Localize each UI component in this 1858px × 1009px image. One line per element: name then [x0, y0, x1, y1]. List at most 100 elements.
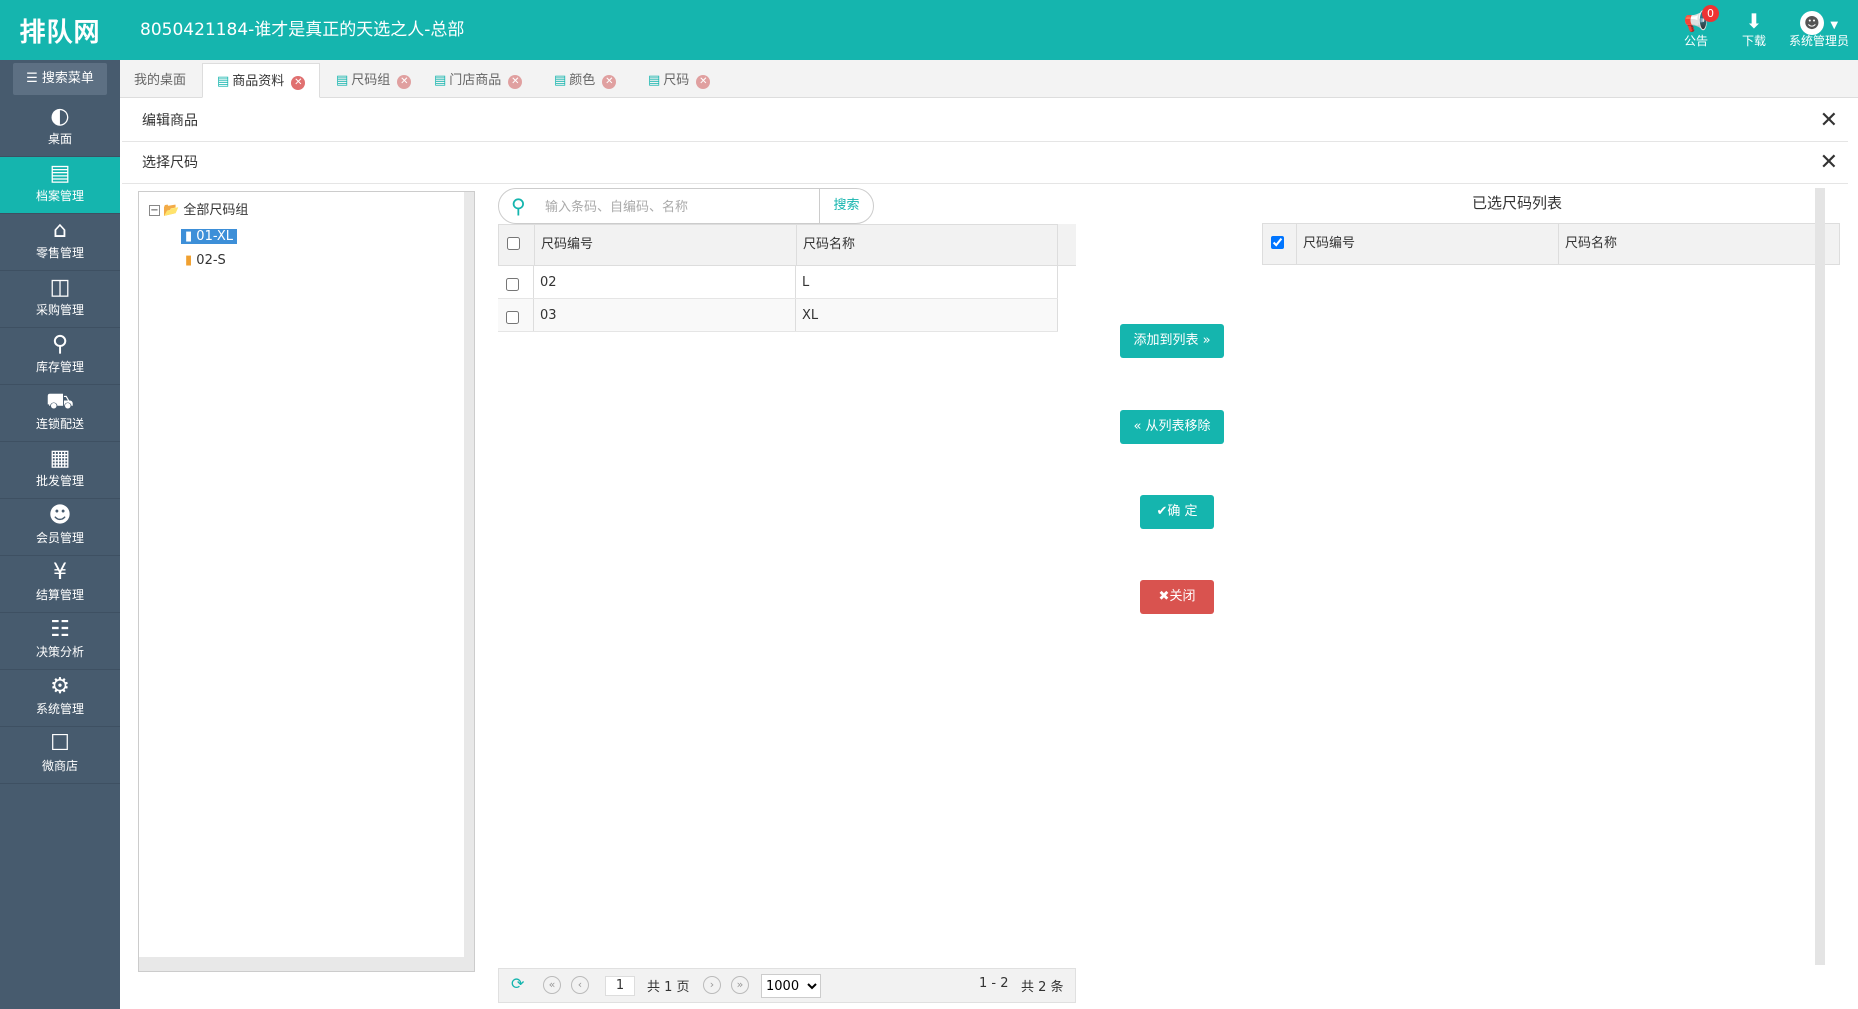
close-button[interactable]: ✖关闭 [1140, 580, 1214, 614]
download-button[interactable]: ⬇ 下载 [1734, 8, 1774, 48]
confirm-button[interactable]: ✔确 定 [1140, 495, 1214, 529]
sidebar-item-label: 库存管理 [35, 360, 84, 374]
cart-icon: ◫ [49, 275, 71, 300]
close-tab-icon[interactable]: ✕ [602, 75, 617, 89]
vertical-scrollbar[interactable] [1815, 188, 1825, 965]
member-icon: ☻ [48, 503, 72, 528]
user-menu[interactable]: ☻ ▼ 系统管理员 [1786, 8, 1852, 48]
notice-label: 公告 [1683, 34, 1708, 48]
sidebar-item[interactable]: ⚲ 库存管理 [0, 328, 120, 385]
user-label: 系统管理员 [1788, 34, 1849, 48]
selected-list-title: 已选尺码列表 [1472, 194, 1563, 212]
cell-size-name: XL [796, 299, 1058, 331]
first-page-icon[interactable]: « [543, 976, 561, 994]
add-to-list-button[interactable]: 添加到列表 » [1120, 324, 1224, 358]
col-size-code[interactable]: 尺码编号 [535, 225, 797, 265]
sidebar-item[interactable]: ⌂ 零售管理 [0, 214, 120, 271]
close-tab-icon[interactable]: ✕ [696, 75, 711, 89]
search-menu-label: 搜索菜单 [41, 71, 94, 86]
next-page-icon[interactable]: › [703, 976, 721, 994]
menu-list-icon: ☰ [26, 71, 38, 86]
sidebar-item[interactable]: ⛟ 连锁配送 [0, 385, 120, 442]
select-all-checkbox[interactable] [507, 237, 520, 250]
row-checkbox-cell [498, 266, 534, 298]
col-size-name[interactable]: 尺码名称 [1559, 224, 1821, 264]
close-label: 关闭 [1169, 589, 1196, 604]
gear-icon: ⚙ [50, 674, 70, 699]
edit-product-header: 编辑商品 ✕ [122, 100, 1848, 142]
chevron-down-icon: ▼ [1830, 20, 1839, 31]
tab-size[interactable]: ▤ 尺码 ✕ [634, 63, 720, 98]
tab-label: 商品资料 [232, 74, 285, 89]
store-icon: ⌂ [53, 218, 67, 243]
file-icon: ▮ [185, 253, 193, 268]
sidebar-item-label: 连锁配送 [35, 417, 84, 431]
table-row[interactable]: 02 L [498, 266, 1058, 299]
app-logo[interactable]: 排队网 [0, 0, 120, 60]
chevron-double-left-icon: « [1133, 419, 1142, 434]
col-size-name[interactable]: 尺码名称 [797, 225, 1059, 265]
horizontal-scrollbar[interactable] [139, 957, 474, 971]
truck-icon: ⛟ [46, 389, 74, 414]
top-bar: 排队网 8050421184-谁才是真正的天选之人-总部 📢 0 公告 ⬇ 下载… [0, 0, 1858, 60]
row-checkbox[interactable] [506, 278, 519, 291]
document-icon: ▤ [648, 73, 661, 88]
collapse-icon[interactable]: − [149, 205, 160, 216]
sidebar-item[interactable]: ¥ 结算管理 [0, 556, 120, 613]
search-button[interactable]: 搜索 [819, 189, 873, 223]
close-tab-icon[interactable]: ✕ [291, 76, 306, 90]
sidebar-item[interactable]: ⚙ 系统管理 [0, 670, 120, 727]
row-checkbox-cell [498, 299, 534, 331]
select-all-checkbox[interactable] [1271, 236, 1284, 249]
notice-count-badge: 0 [1702, 5, 1719, 22]
select-size-title: 选择尺码 [142, 155, 198, 171]
sidebar-item[interactable]: ▤ 档案管理 [0, 157, 120, 214]
row-checkbox[interactable] [506, 311, 519, 324]
grid-header: 尺码编号 尺码名称 [498, 224, 1059, 266]
close-icon[interactable]: ✕ [1820, 100, 1838, 142]
confirm-label: 确 定 [1167, 504, 1198, 519]
close-icon[interactable]: ✕ [1820, 142, 1838, 184]
search-input[interactable] [545, 196, 815, 218]
inventory-icon: ⚲ [51, 332, 69, 357]
grid-header: 尺码编号 尺码名称 [1262, 223, 1840, 265]
tree-root[interactable]: − 📂 全部尺码组 [149, 202, 248, 220]
close-tab-icon[interactable]: ✕ [508, 75, 523, 89]
table-row[interactable]: 03 XL [498, 299, 1058, 332]
tab-color[interactable]: ▤ 颜色 ✕ [540, 63, 630, 98]
tab-size-group[interactable]: ▤ 尺码组 ✕ [322, 63, 418, 98]
sidebar-item[interactable]: ◐ 桌面 [0, 100, 120, 157]
sidebar-item[interactable]: ▦ 批发管理 [0, 442, 120, 499]
sidebar-item[interactable]: ◫ 采购管理 [0, 271, 120, 328]
last-page-icon[interactable]: » [731, 976, 749, 994]
search-menu-button[interactable]: ☰ 搜索菜单 [13, 63, 107, 95]
tab-label: 颜色 [569, 73, 596, 88]
page-size-select[interactable]: 1000 [761, 974, 821, 998]
notice-button[interactable]: 📢 0 公告 [1676, 5, 1719, 48]
size-group-tree: − 📂 全部尺码组 ▮ 01-XL ▮ 02-S [138, 191, 475, 972]
prev-page-icon[interactable]: ‹ [571, 976, 589, 994]
sidebar-item[interactable]: ☻ 会员管理 [0, 499, 120, 556]
page-number-input[interactable]: 1 [605, 976, 635, 996]
sidebar-item-label: 档案管理 [35, 189, 84, 203]
sidebar-item[interactable]: ☐ 微商店 [0, 727, 120, 784]
remove-from-list-button[interactable]: « 从列表移除 [1120, 410, 1224, 444]
tab-my-desktop[interactable]: 我的桌面 [120, 63, 200, 98]
refresh-icon[interactable]: ⟳ [511, 974, 524, 993]
folder-open-icon: 📂 [163, 203, 180, 218]
tree-node-01-xl[interactable]: ▮ 01-XL [181, 228, 238, 246]
available-sizes-grid: 尺码编号 尺码名称 02 L 03 XL [498, 224, 1076, 964]
sidebar-item-label: 会员管理 [35, 531, 84, 545]
x-icon: ✖ [1158, 589, 1170, 604]
tab-product-info[interactable]: ▤ 商品资料 ✕ [202, 63, 320, 98]
tree-node-02-s[interactable]: ▮ 02-S [185, 252, 226, 270]
tab-store-products[interactable]: ▤ 门店商品 ✕ [420, 63, 532, 98]
col-size-code[interactable]: 尺码编号 [1297, 224, 1559, 264]
settlement-icon: ¥ [53, 560, 67, 585]
close-tab-icon[interactable]: ✕ [397, 75, 412, 89]
sidebar-item[interactable]: ☷ 决策分析 [0, 613, 120, 670]
vertical-scrollbar[interactable] [464, 192, 474, 962]
document-icon: ▤ [217, 74, 230, 89]
shop-icon: ☐ [50, 731, 70, 756]
select-size-header: 选择尺码 ✕ [122, 142, 1848, 184]
